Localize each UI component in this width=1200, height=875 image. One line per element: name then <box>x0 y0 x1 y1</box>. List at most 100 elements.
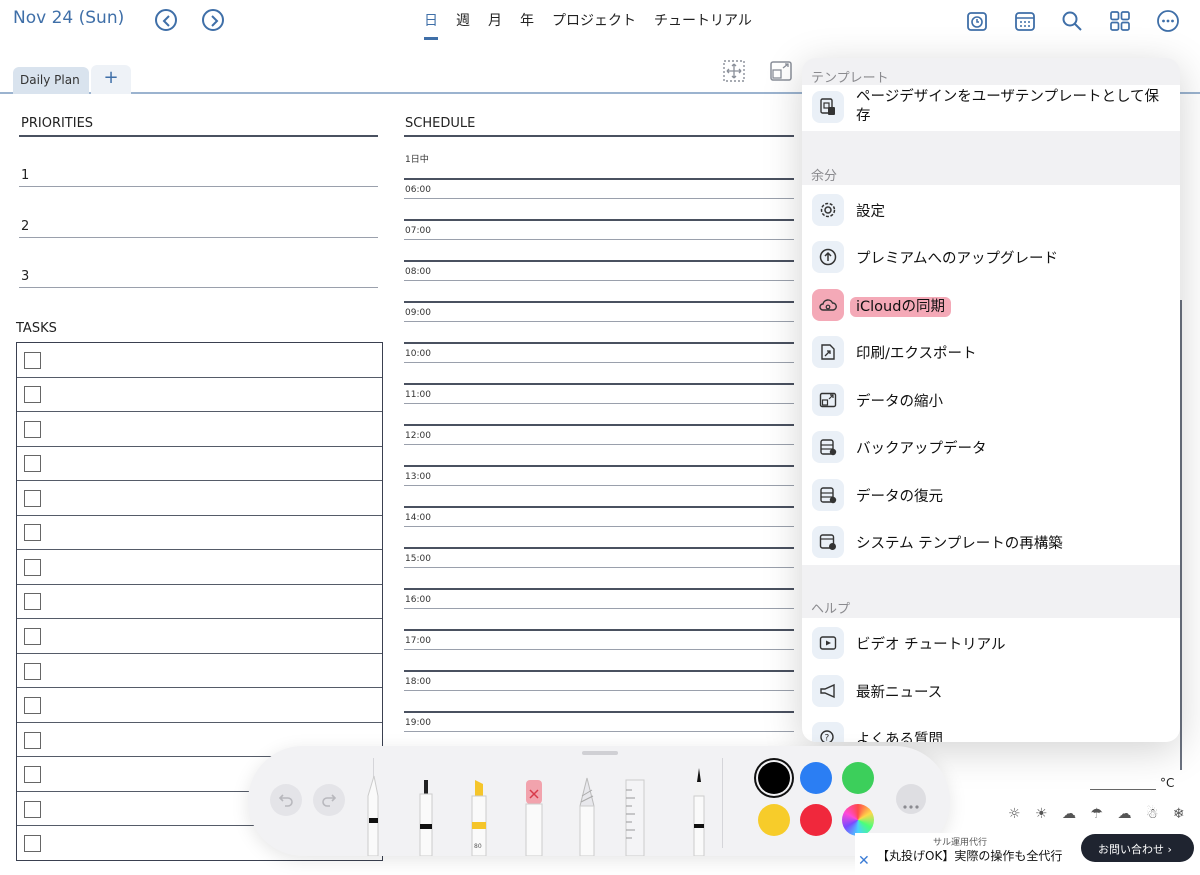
color-picker-swatch[interactable] <box>842 804 874 836</box>
pencil-icon[interactable] <box>684 766 714 856</box>
prev-day-button[interactable] <box>155 9 177 31</box>
ad-close-icon[interactable]: ✕ <box>858 853 870 869</box>
partial-pen-icon[interactable] <box>366 766 386 856</box>
priority-3[interactable]: 3 <box>21 269 29 284</box>
menu-item-video-tutorial[interactable]: ビデオ チュートリアル <box>802 619 1180 667</box>
move-icon[interactable] <box>722 59 746 83</box>
task-checkbox[interactable] <box>24 766 41 784</box>
lasso-icon[interactable] <box>572 766 602 856</box>
menu-item-save-template[interactable]: ページデザインをユーザテンプレートとして保存 <box>802 85 1180 133</box>
schedule-time-label: 15:00 <box>405 554 431 564</box>
schedule-time-label: 06:00 <box>405 185 431 195</box>
tab-year[interactable]: 年 <box>520 10 534 36</box>
half-hour-divider <box>404 239 794 240</box>
task-row[interactable] <box>17 688 382 723</box>
upgrade-icon <box>812 241 844 273</box>
shrink-icon <box>812 384 844 416</box>
next-day-button[interactable] <box>202 9 224 31</box>
task-checkbox[interactable] <box>24 420 41 438</box>
task-checkbox[interactable] <box>24 731 41 749</box>
menu-item-backup[interactable]: バックアップデータ <box>802 423 1180 471</box>
fineliner-pen-icon[interactable] <box>411 766 441 856</box>
top-bar: Nov 24 (Sun) 日 週 月 年 プロジェクト チュートリアル <box>0 0 1200 42</box>
task-row[interactable] <box>17 412 382 447</box>
task-checkbox[interactable] <box>24 351 41 369</box>
hour-divider <box>404 711 794 713</box>
toolbar-more-button[interactable] <box>896 784 926 814</box>
menu-header-help: ヘルプ <box>811 602 851 617</box>
hour-divider <box>404 424 794 426</box>
task-checkbox[interactable] <box>24 697 41 715</box>
task-row[interactable] <box>17 585 382 620</box>
menu-item-icloud-sync[interactable]: iCloudの同期 <box>802 281 1180 329</box>
color-blue-swatch[interactable] <box>800 762 832 794</box>
task-checkbox[interactable] <box>24 524 41 542</box>
tab-week[interactable]: 週 <box>456 10 470 36</box>
menu-label: iCloudの同期 <box>850 295 951 317</box>
task-checkbox[interactable] <box>24 558 41 576</box>
weather-icons[interactable]: ☼ ☀ ☁ ☂ ☁ ☃ ❄ <box>1008 806 1190 822</box>
redo-button[interactable] <box>313 784 345 816</box>
menu-item-rebuild-templates[interactable]: システム テンプレートの再構築 <box>802 518 1180 566</box>
undo-button[interactable] <box>270 784 302 816</box>
menu-item-faq[interactable]: ? よくある質問 <box>802 714 1180 742</box>
ad-contact-button[interactable]: お問い合わせ › <box>1081 834 1194 862</box>
task-row[interactable] <box>17 550 382 585</box>
task-checkbox[interactable] <box>24 800 41 818</box>
divider <box>19 186 378 187</box>
task-checkbox[interactable] <box>24 386 41 404</box>
task-checkbox[interactable] <box>24 489 41 507</box>
menu-item-restore[interactable]: データの復元 <box>802 471 1180 519</box>
tab-day[interactable]: 日 <box>424 10 438 40</box>
task-checkbox[interactable] <box>24 662 41 680</box>
task-row[interactable] <box>17 654 382 689</box>
half-hour-divider <box>404 649 794 650</box>
tab-month[interactable]: 月 <box>488 10 502 36</box>
tab-tutorial[interactable]: チュートリアル <box>654 10 752 36</box>
search-icon[interactable] <box>1061 10 1083 32</box>
grid-icon[interactable] <box>1109 10 1131 32</box>
task-checkbox[interactable] <box>24 628 41 646</box>
more-icon[interactable] <box>1157 10 1179 32</box>
half-hour-divider <box>404 690 794 691</box>
task-checkbox[interactable] <box>24 835 41 853</box>
menu-item-upgrade[interactable]: プレミアムへのアップグレード <box>802 233 1180 281</box>
calendar-icon[interactable] <box>1014 10 1036 32</box>
add-tab-button[interactable]: + <box>91 65 131 94</box>
color-yellow-swatch[interactable] <box>758 804 790 836</box>
tab-daily-plan[interactable]: Daily Plan <box>13 67 89 94</box>
priority-1[interactable]: 1 <box>21 168 29 183</box>
tab-project[interactable]: プロジェクト <box>552 10 636 36</box>
ad-banner[interactable]: サル運用代行 ✕ 【丸投げOK】実際の操作も全代行 お問い合わせ › <box>855 833 1200 875</box>
temperature-field[interactable] <box>1090 789 1156 790</box>
priority-2[interactable]: 2 <box>21 219 29 234</box>
hour-divider <box>404 506 794 508</box>
hour-divider <box>404 629 794 631</box>
task-row[interactable] <box>17 447 382 482</box>
menu-item-settings[interactable]: 設定 <box>802 186 1180 234</box>
date-title[interactable]: Nov 24 (Sun) <box>13 8 124 28</box>
restore-icon <box>812 479 844 511</box>
hour-divider <box>404 588 794 590</box>
task-row[interactable] <box>17 619 382 654</box>
color-black-swatch[interactable] <box>758 762 790 794</box>
task-checkbox[interactable] <box>24 593 41 611</box>
highlighter-icon[interactable]: 80 <box>464 766 494 856</box>
resize-icon[interactable] <box>769 59 793 83</box>
task-row[interactable] <box>17 516 382 551</box>
half-hour-divider <box>404 526 794 527</box>
menu-item-shrink-data[interactable]: データの縮小 <box>802 376 1180 424</box>
clock-calendar-icon[interactable] <box>966 10 988 32</box>
toolbar-drag-handle[interactable] <box>582 751 618 755</box>
task-row[interactable] <box>17 343 382 378</box>
eraser-icon[interactable] <box>518 766 550 856</box>
task-checkbox[interactable] <box>24 455 41 473</box>
menu-label: よくある質問 <box>856 732 943 742</box>
task-row[interactable] <box>17 481 382 516</box>
task-row[interactable] <box>17 378 382 413</box>
color-red-swatch[interactable] <box>800 804 832 836</box>
color-green-swatch[interactable] <box>842 762 874 794</box>
menu-item-news[interactable]: 最新ニュース <box>802 667 1180 715</box>
ruler-icon[interactable] <box>620 766 650 856</box>
menu-item-export[interactable]: 印刷/エクスポート <box>802 328 1180 376</box>
